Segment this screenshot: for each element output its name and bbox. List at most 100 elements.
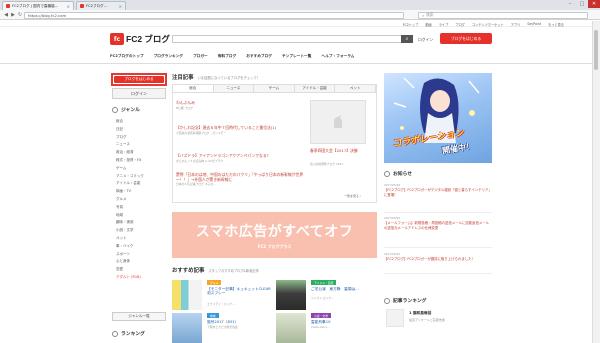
sidebar-start-blog-highlight: ブログをはじめる <box>111 73 167 86</box>
genre-title: ジャンル <box>121 108 140 113</box>
url-bar[interactable]: https://blog.fc2.com <box>24 11 404 19</box>
close-tab-icon[interactable]: × <box>119 4 122 9</box>
recommend-thumbnail[interactable] <box>172 313 202 343</box>
genre-item[interactable]: 総合 <box>116 119 166 127</box>
recommend-card-title[interactable]: 猫号2017（831） <box>207 320 271 325</box>
nav-item-paid-blog[interactable]: 有料ブログ <box>218 54 236 59</box>
news-text[interactable]: 【FC2ブログ】FC2ブロガーが雑誌に取り上げられました！ <box>384 257 492 262</box>
genre-item[interactable]: 小説・文学 <box>116 228 166 236</box>
recommend-card[interactable]: 小説・文学 霊能刑事10 photo-story... <box>276 313 376 343</box>
notice-entry[interactable]: 【バズドラ】アイアンドラゴンアクアンペパンでなる? かんかんノミの読み物 in … <box>176 153 304 163</box>
genre-item[interactable]: ペット <box>116 236 166 244</box>
notice-thumbnail[interactable] <box>310 100 366 144</box>
genre-item[interactable]: 心と身体 <box>116 259 166 267</box>
tab-news[interactable]: ニュース <box>214 85 255 92</box>
ranking-item-sub: 最高アンケートご応募支援 <box>409 318 445 322</box>
reload-button[interactable]: ↻ <box>16 11 24 19</box>
genre-item[interactable]: 株式・投資・FX <box>116 158 166 166</box>
header-login-link[interactable]: ログイン <box>418 37 433 43</box>
recommend-card-title[interactable]: ご宅公演 東方静 裏頭は... <box>311 287 375 292</box>
genre-item[interactable]: 政治・経済 <box>116 150 166 158</box>
news-item[interactable]: 2017/05/25 【メールフォーム】新規投稿・再投稿の送信メールに自動返信メ… <box>384 216 492 248</box>
header-start-blog-button[interactable]: ブログをはじめる <box>440 33 492 44</box>
genre-item[interactable]: グルメ <box>116 197 166 205</box>
genre-heading: ジャンル <box>112 106 140 113</box>
nav-item-help[interactable]: ヘルプ・フォーラム <box>321 54 354 59</box>
recommend-card-sub: エブリデイ・パッケ... <box>207 302 235 306</box>
search-icon: ⌕ <box>422 12 425 18</box>
article-ranking-title: 記事ランキング <box>393 299 427 304</box>
recommend-thumbnail[interactable] <box>276 280 306 310</box>
recommend-card[interactable]: アイドル・芸能 ご宅公演 東方静 裏頭は... ジャスト ロック... <box>276 280 376 310</box>
notice-header: 注目記事 いま話題になっているブログをチェック！ <box>172 73 260 81</box>
nav-item-recommended[interactable]: おすすめブログ <box>246 54 272 59</box>
news-title: お知らせ <box>393 172 413 177</box>
notice-entry[interactable]: 驚愕「日本のは地、中国のはただのパクリ」「やっぱり日本の新幹線が世界一！！」→外… <box>176 172 304 186</box>
recommend-thumbnail[interactable] <box>276 313 306 343</box>
tab-pet[interactable]: ペット <box>335 85 376 92</box>
nav-item-blogger[interactable]: ブロガー <box>193 54 208 59</box>
minimize-button[interactable]: – <box>564 0 576 8</box>
genre-item[interactable]: 日記 <box>116 127 166 135</box>
ranking-thumbnail[interactable] <box>386 309 404 327</box>
genre-item[interactable]: ゲーム <box>116 166 166 174</box>
browser-tab[interactable]: FC2ブログ... × <box>76 1 126 10</box>
recommend-card-title[interactable]: 霊能刑事10 <box>311 320 375 325</box>
scrollbar-thumb[interactable] <box>594 30 598 70</box>
notice-tabs: 総合 ニュース ゲーム アイドル・芸能 ペット <box>172 84 377 93</box>
recommend-thumbnail[interactable] <box>172 280 202 310</box>
recommend-card-title[interactable]: 【モニター記事】キュキュットCLEAR泡スプレー <box>207 287 271 296</box>
recommend-card[interactable]: 地域 猫号2017（831） 下関市ときどき観光協会 <box>172 313 272 343</box>
genre-item[interactable]: 車・バイク <box>116 244 166 252</box>
recommend-tag: 地域 <box>207 313 219 318</box>
ranking-item-title[interactable]: 1 猫和風毎回 <box>409 311 431 316</box>
news-item[interactable]: 2017/05/26 【FC2ブログ】FC2ブロガーがデジタル雑誌「猫と暮らすイ… <box>384 183 492 213</box>
nav-divider <box>0 63 600 64</box>
news-item[interactable]: 2017/05/24 【FC2ブログ】FC2ブロガーが雑誌に取り上げられました！ <box>384 252 492 274</box>
nav-item-top[interactable]: FC2ブログのトップ <box>110 54 144 59</box>
notice-feature-title[interactable]: 春季四国大会【2017】決勝 <box>310 148 372 153</box>
entry-meta: 小田貢の競馬情報観ブログ - ガンメモー <box>176 131 227 135</box>
tab-title: FC2ブログ | 国内で高機能... <box>12 3 59 8</box>
smartphone-ad-banner[interactable]: スマホ広告がすべてオフ FC2 ブログプラス <box>172 212 377 258</box>
genre-item[interactable]: アイドル・芸能 <box>116 181 166 189</box>
maximize-button[interactable]: □ <box>576 0 588 8</box>
fc2-blog-logo[interactable]: fc FC2 ブログ <box>110 33 170 45</box>
tab-general[interactable]: 総合 <box>173 85 214 92</box>
close-tab-icon[interactable]: × <box>67 4 70 9</box>
recommend-subtitle: スタッフおすすめブログ&新着記事 <box>208 269 259 273</box>
sidebar-login-button[interactable]: ログイン <box>112 88 166 99</box>
genre-item[interactable]: 映画・TV <box>116 189 166 197</box>
site-search-button[interactable]: ⌕ <box>401 35 413 43</box>
close-window-button[interactable]: ✕ <box>588 0 600 8</box>
genre-list-button[interactable]: ジャンル一覧 <box>112 312 166 321</box>
notice-entry[interactable]: 【かしわ記念】過去６年中７回時代していること番位法(1) 小田貢の競馬情報観ブロ… <box>176 125 304 135</box>
news-date: 2017/05/25 <box>384 216 401 220</box>
collaboration-ad-image[interactable] <box>384 73 492 163</box>
browser-tab-active[interactable]: FC2ブログ | 国内で高機能... × <box>2 1 74 10</box>
browser-search-bar[interactable]: ⌕ 検索 <box>418 11 588 19</box>
news-text[interactable]: 【メールフォーム】新規投稿・再投稿の送信メールに自動返信メールの送信元メールアド… <box>384 221 492 230</box>
nav-item-templates[interactable]: テンプレート一覧 <box>282 54 311 59</box>
recommend-tag: 小説・文学 <box>311 313 331 318</box>
genre-item-adult[interactable]: アダルト (R18) <box>116 275 166 283</box>
nav-item-ranking[interactable]: ブログランキング <box>154 54 183 59</box>
sidebar-start-blog-button[interactable]: ブログをはじめる <box>114 76 164 83</box>
tab-game[interactable]: ゲーム <box>254 85 295 92</box>
article-ranking-heading: 記事ランキング <box>384 297 426 304</box>
notice-more-link[interactable]: 一覧を見る › <box>344 194 361 198</box>
genre-item[interactable]: 恋愛 <box>116 267 166 275</box>
site-search-input[interactable] <box>172 35 402 43</box>
tab-title: FC2ブログ... <box>86 3 108 8</box>
recommend-tag: グルメ <box>207 280 222 285</box>
news-text[interactable]: 【FC2ブログ】FC2ブロガーがデジタル雑誌「猫と暮らすインテリア」に登場！ <box>384 188 492 197</box>
recommend-title: おすすめ記事 <box>172 268 205 274</box>
genre-item[interactable]: 趣味・実用 <box>116 220 166 228</box>
notice-entry[interactable]: わんぷんみ N仁姫 ブログ <box>176 100 195 110</box>
url-text: https://blog.fc2.com <box>28 12 67 18</box>
tab-idol[interactable]: アイドル・芸能 <box>295 85 336 92</box>
recommend-card-sub: 下関市ときどき観光協会 <box>207 325 238 329</box>
recommend-card[interactable]: グルメ 【モニター記事】キュキュットCLEAR泡スプレー エブリデイ・パッケ..… <box>172 280 272 310</box>
entry-title[interactable]: 驚愕「日本のは地、中国のはただのパクリ」「やっぱり日本の新幹線が世界一！！」→外… <box>176 172 304 182</box>
genre-item[interactable]: 写真 <box>116 205 166 213</box>
